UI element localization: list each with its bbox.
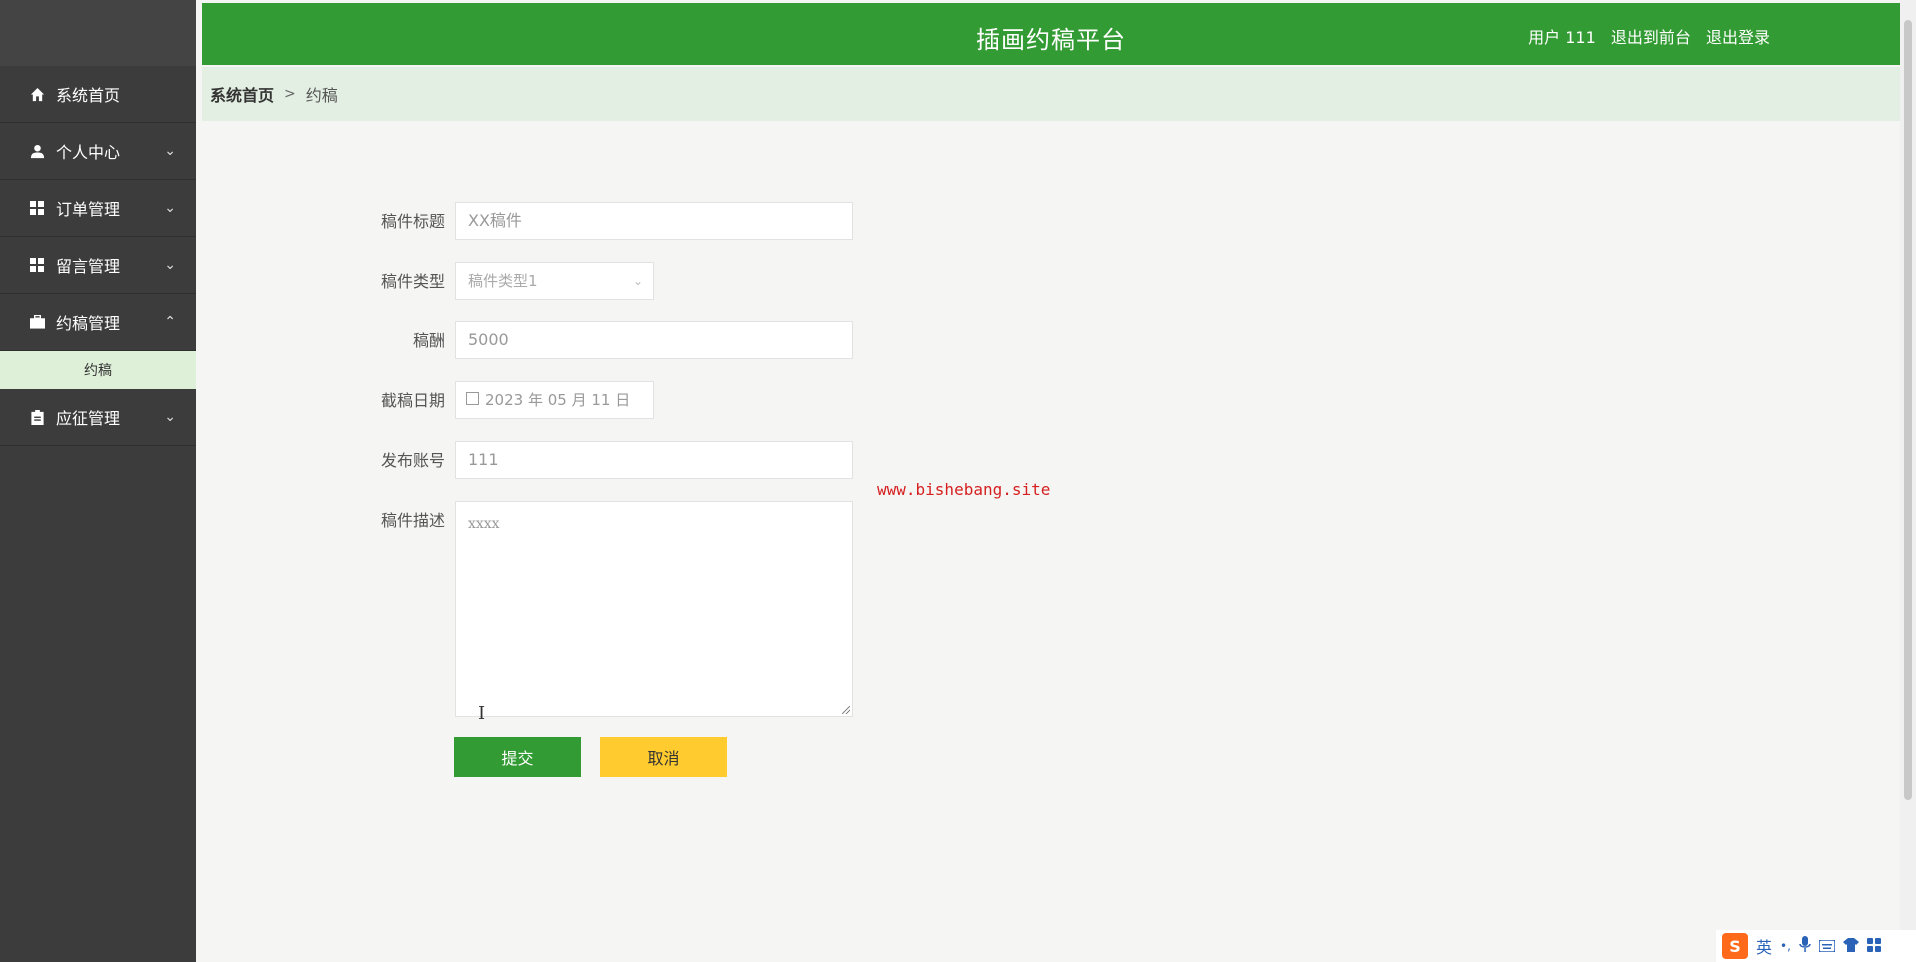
briefcase-icon <box>28 313 46 331</box>
sogou-logo-icon[interactable]: S <box>1722 933 1748 959</box>
breadcrumb-separator: > <box>284 86 296 102</box>
ime-language-toggle[interactable]: 英 <box>1756 934 1772 958</box>
top-header: 插画约稿平台 用户 111 退出到前台 退出登录 <box>202 3 1900 65</box>
form-row-account: 发布账号 111 <box>360 441 853 481</box>
chevron-down-icon: ⌄ <box>164 409 176 425</box>
sidebar-subitem-label: 约稿 <box>84 363 112 379</box>
sidebar-item-label: 系统首页 <box>56 86 121 105</box>
account-label: 发布账号 <box>380 451 445 470</box>
grid-icon <box>28 256 46 274</box>
home-icon <box>28 85 46 103</box>
breadcrumb-home-link[interactable]: 系统首页 <box>210 82 274 106</box>
scrollbar-thumb[interactable] <box>1904 20 1912 800</box>
sidebar-item-message-management[interactable]: 留言管理 ⌄ <box>0 237 196 294</box>
sidebar-item-personal-center[interactable]: 个人中心 ⌄ <box>0 123 196 180</box>
resize-handle-icon[interactable] <box>842 706 850 714</box>
ime-punctuation-toggle[interactable]: •, <box>1780 939 1791 953</box>
breadcrumb: 系统首页 > 约稿 <box>202 67 1900 121</box>
submit-button[interactable]: 提交 <box>454 737 581 777</box>
microphone-icon[interactable] <box>1799 936 1811 956</box>
fee-label: 稿酬 <box>412 331 445 350</box>
sidebar-item-order-management[interactable]: 订单管理 ⌄ <box>0 180 196 237</box>
title-label: 稿件标题 <box>380 212 445 231</box>
sidebar-item-label: 订单管理 <box>56 200 121 219</box>
user-area: 用户 111 退出到前台 退出登录 <box>1518 24 1770 48</box>
form-row-type: 稿件类型 稿件类型1 ⌄ <box>360 262 654 302</box>
sidebar-item-label: 留言管理 <box>56 257 121 276</box>
user-icon <box>28 142 46 160</box>
exit-to-front-link[interactable]: 退出到前台 <box>1611 28 1691 47</box>
skin-icon[interactable] <box>1842 937 1859 956</box>
breadcrumb-current: 约稿 <box>305 86 338 105</box>
sidebar-item-label: 约稿管理 <box>56 314 121 333</box>
deadline-value: 2023 年 05 月 11 日 <box>485 391 631 409</box>
sidebar-item-application-management[interactable]: 应征管理 ⌄ <box>0 389 196 446</box>
scrollbar[interactable] <box>1900 0 1916 962</box>
keyboard-icon[interactable] <box>1818 937 1836 956</box>
fee-input[interactable]: 5000 <box>455 321 853 359</box>
description-label: 稿件描述 <box>380 511 445 530</box>
form-row-deadline: 截稿日期 2023 年 05 月 11 日 <box>360 381 654 421</box>
form-row-fee: 稿酬 5000 <box>360 321 853 361</box>
description-value: xxxx <box>468 516 500 532</box>
deadline-label: 截稿日期 <box>380 391 445 410</box>
user-label: 用户 111 <box>1528 28 1596 47</box>
sidebar-item-label: 个人中心 <box>56 143 121 162</box>
deadline-date-input[interactable]: 2023 年 05 月 11 日 <box>455 381 654 419</box>
form-row-description: 稿件描述 xxxx <box>360 501 853 717</box>
sidebar-item-home[interactable]: 系统首页 <box>0 66 196 123</box>
sidebar-subitem-commission[interactable]: 约稿 <box>0 351 196 389</box>
sidebar-item-commission-management[interactable]: 约稿管理 ⌃ <box>0 294 196 351</box>
title-input[interactable]: XX稿件 <box>455 202 853 240</box>
type-label: 稿件类型 <box>380 272 445 291</box>
form-row-title: 稿件标题 XX稿件 <box>360 202 853 242</box>
description-textarea[interactable]: xxxx <box>455 501 853 717</box>
ime-toolbar: S 英 •, <box>1716 930 1916 962</box>
sidebar: 系统首页 个人中心 ⌄ 订单管理 ⌄ 留言管理 ⌄ 约稿管理 ⌃ 约稿 应征管理… <box>0 0 196 962</box>
account-input[interactable]: 111 <box>455 441 853 479</box>
cancel-button[interactable]: 取消 <box>600 737 727 777</box>
chevron-down-icon: ⌄ <box>632 274 643 288</box>
watermark-text: www.bishebang.site <box>877 480 1051 499</box>
calendar-icon <box>466 392 479 405</box>
sidebar-item-label: 应征管理 <box>56 409 121 428</box>
grid-icon <box>28 199 46 217</box>
type-select[interactable]: 稿件类型1 ⌄ <box>455 262 654 300</box>
chevron-down-icon: ⌄ <box>164 257 176 273</box>
chevron-down-icon: ⌄ <box>164 143 176 159</box>
clipboard-icon <box>28 408 46 426</box>
sidebar-header <box>0 0 196 66</box>
text-cursor-icon: I <box>478 703 486 724</box>
chevron-down-icon: ⌄ <box>164 200 176 216</box>
logout-link[interactable]: 退出登录 <box>1706 28 1770 47</box>
type-select-value: 稿件类型1 <box>468 272 538 290</box>
toolbox-grid-icon[interactable] <box>1866 937 1881 956</box>
chevron-up-icon: ⌃ <box>164 314 176 330</box>
